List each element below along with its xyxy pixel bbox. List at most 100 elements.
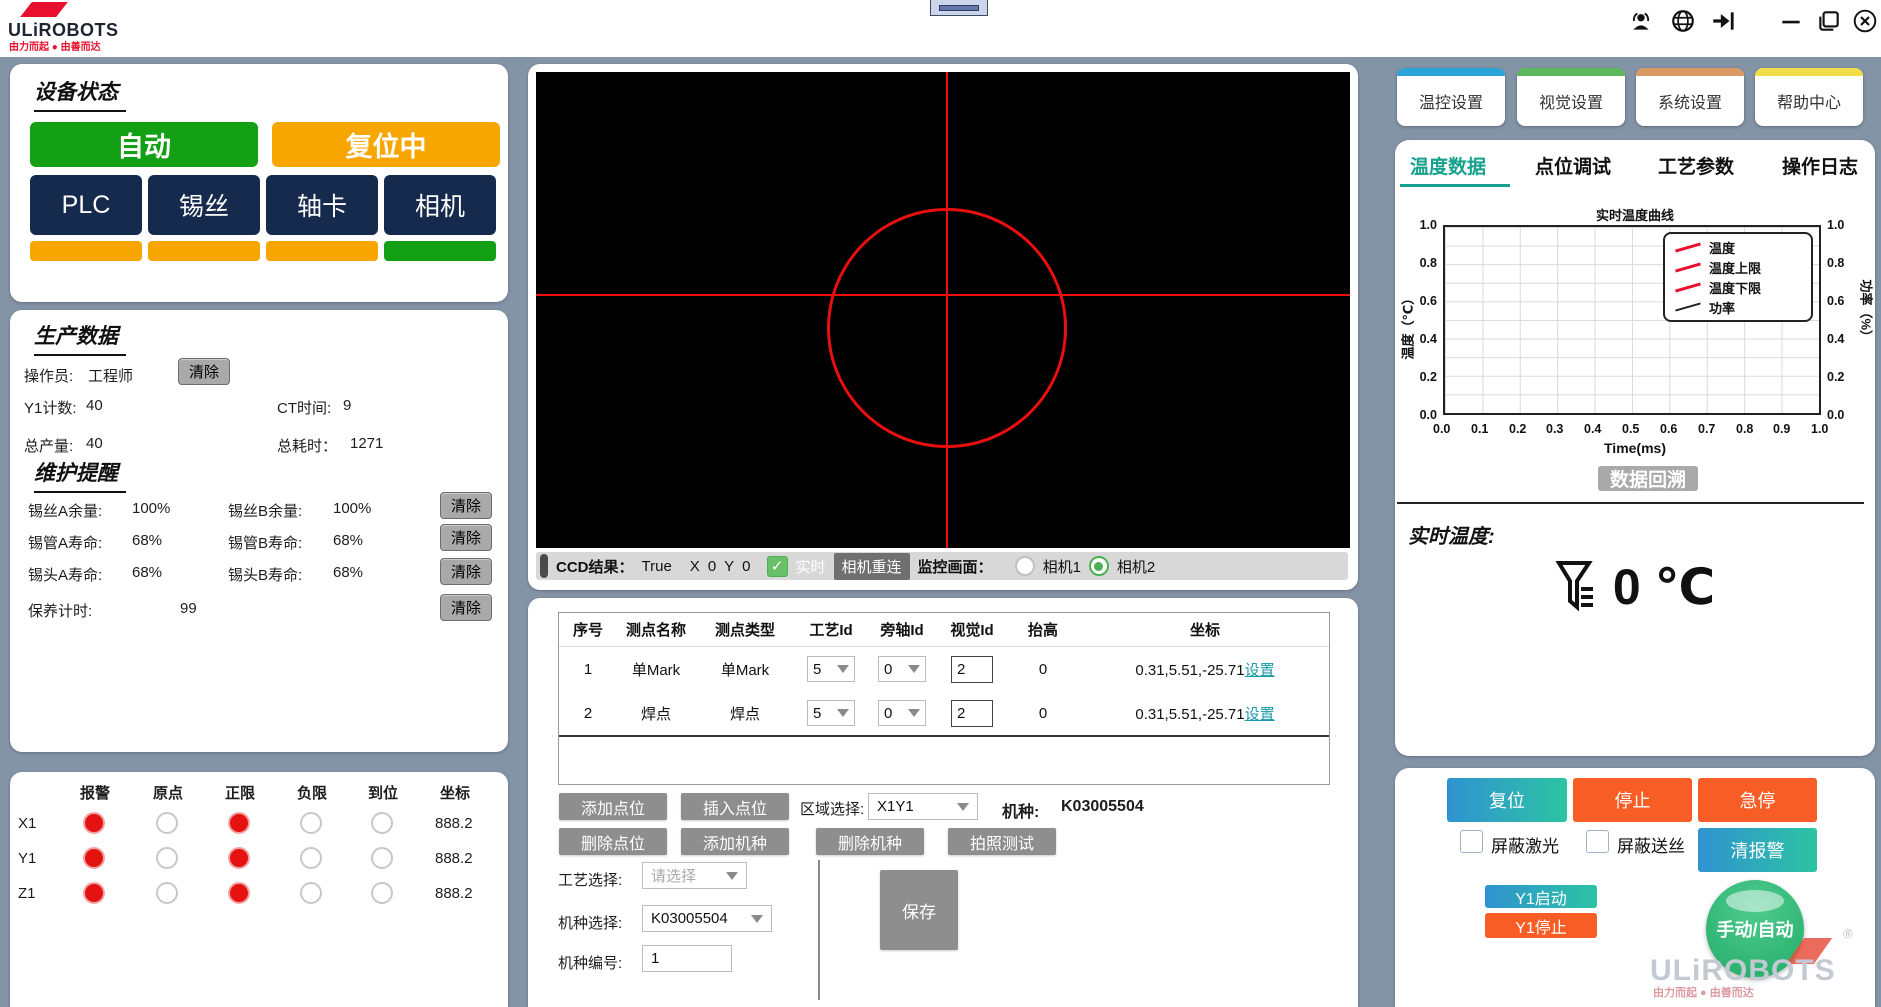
tab-point-debug[interactable]: 点位调试 xyxy=(1535,152,1611,179)
system-settings-button[interactable]: 系统设置 xyxy=(1636,68,1744,126)
process-id-select[interactable]: 5 xyxy=(807,656,855,682)
camera-reconnect-button[interactable]: 相机重连 xyxy=(834,553,910,580)
tab-process-params[interactable]: 工艺参数 xyxy=(1658,152,1734,179)
temp-control-settings-button[interactable]: 温控设置 xyxy=(1397,68,1505,126)
model-label: 机种: xyxy=(1002,798,1039,822)
ytick: 0.8 xyxy=(1409,256,1437,270)
card-stripe xyxy=(1755,68,1863,76)
watermark-tagline: 由力而起 ● 由善而达 xyxy=(1653,984,1754,1000)
hdr-process-id: 工艺Id xyxy=(795,619,867,640)
delete-model-button[interactable]: 删除机种 xyxy=(816,828,924,855)
clear-operator-button[interactable]: 清除 xyxy=(178,358,230,385)
mask-laser-checkbox[interactable] xyxy=(1460,830,1483,853)
data-backtrack-button[interactable]: 数据回溯 xyxy=(1598,466,1698,491)
y1-in-place-dot xyxy=(371,847,393,869)
chevron-down-icon xyxy=(751,915,763,923)
set-coord-link[interactable]: 设置 xyxy=(1245,662,1275,679)
camera1-label: 相机1 xyxy=(1043,556,1081,577)
restore-icon[interactable] xyxy=(1816,8,1842,34)
module-axis-card-button[interactable]: 轴卡 xyxy=(266,175,378,235)
ytick-right: 0.8 xyxy=(1827,256,1844,270)
mode-resetting-button[interactable]: 复位中 xyxy=(272,122,500,167)
process-id-select[interactable]: 5 xyxy=(807,700,855,726)
device-status-title: 设备状态 xyxy=(34,76,118,106)
points-panel: 序号 测点名称 测点类型 工艺Id 旁轴Id 视觉Id 抬高 坐标 1 单Mar… xyxy=(528,598,1358,1007)
area-select[interactable]: X1Y1 xyxy=(868,793,978,820)
ytick-right: 0.2 xyxy=(1827,370,1844,384)
plc-status-bar xyxy=(30,241,142,261)
point-row-2[interactable]: 2 焊点 焊点 5 0 2 0 0.31,5.51,-25.71设置 xyxy=(559,691,1329,735)
customer-service-icon[interactable] xyxy=(1628,8,1654,34)
estop-button[interactable]: 急停 xyxy=(1698,778,1817,822)
camera2-radio[interactable] xyxy=(1089,556,1109,576)
reset-button[interactable]: 复位 xyxy=(1447,778,1567,822)
model-no-label: 机种编号: xyxy=(558,952,622,973)
x1-alarm-dot xyxy=(83,812,105,834)
photo-test-button[interactable]: 拍照测试 xyxy=(948,828,1056,855)
model-select[interactable]: K03005504 xyxy=(642,905,772,932)
clear-alarm-button[interactable]: 清报警 xyxy=(1698,828,1817,872)
realtime-temp-label: 实时温度: xyxy=(1408,520,1495,549)
y1-start-button[interactable]: Y1启动 xyxy=(1485,885,1597,908)
tip-b-value: 68% xyxy=(333,564,363,581)
side-axis-id-select[interactable]: 0 xyxy=(878,700,926,726)
monitor-label: 监控画面： xyxy=(918,556,993,577)
mask-wire-checkbox[interactable] xyxy=(1586,830,1609,853)
add-model-button[interactable]: 添加机种 xyxy=(681,828,789,855)
module-solder-wire-button[interactable]: 锡丝 xyxy=(148,175,260,235)
add-point-button[interactable]: 添加点位 xyxy=(559,793,667,820)
clear-tip-button[interactable]: 清除 xyxy=(440,558,492,585)
vision-id-input[interactable]: 2 xyxy=(951,656,993,683)
mask-wire-label: 屏蔽送丝 xyxy=(1617,832,1685,857)
model-value: K03005504 xyxy=(1061,798,1144,816)
axis-card-status-bar xyxy=(266,241,378,261)
ccd-result-label: CCD结果： xyxy=(556,556,634,577)
hdr-coord: 坐标 xyxy=(1079,619,1331,640)
tab-temperature-data[interactable]: 温度数据 xyxy=(1410,152,1486,179)
mode-auto-button[interactable]: 自动 xyxy=(30,122,258,167)
camera-view[interactable] xyxy=(536,72,1350,548)
close-icon[interactable] xyxy=(1852,8,1878,34)
model-no-input[interactable]: 1 xyxy=(642,945,732,972)
clear-timer-button[interactable]: 清除 xyxy=(440,594,492,621)
funnel-icon xyxy=(1555,559,1599,615)
insert-point-button[interactable]: 插入点位 xyxy=(681,793,789,820)
y-axis-label-left: 温度（℃） xyxy=(1398,280,1417,360)
stop-button[interactable]: 停止 xyxy=(1573,778,1692,822)
minimize-icon[interactable] xyxy=(1778,8,1804,34)
process-select[interactable]: 请选择 xyxy=(642,862,747,889)
cell-no: 2 xyxy=(559,705,617,722)
tab-operation-log[interactable]: 操作日志 xyxy=(1782,152,1858,179)
set-coord-link[interactable]: 设置 xyxy=(1245,706,1275,723)
maintenance-timer-value: 99 xyxy=(180,600,197,617)
delete-point-button[interactable]: 删除点位 xyxy=(559,828,667,855)
clear-wire-button[interactable]: 清除 xyxy=(440,492,492,519)
realtime-checkbox[interactable]: ✓ xyxy=(767,556,788,577)
vision-id-input[interactable]: 2 xyxy=(951,700,993,727)
camera1-radio[interactable] xyxy=(1015,556,1035,576)
ccd-x-value: 0 xyxy=(708,558,716,575)
help-center-button[interactable]: 帮助中心 xyxy=(1755,68,1863,126)
col-neg-limit: 负限 xyxy=(297,782,327,803)
ccd-result-value: True xyxy=(642,558,672,575)
module-camera-button[interactable]: 相机 xyxy=(384,175,496,235)
cell-lift: 0 xyxy=(1007,705,1079,722)
side-axis-id-select[interactable]: 0 xyxy=(878,656,926,682)
ct-time-label: CT时间: xyxy=(277,397,331,418)
point-row-1[interactable]: 1 单Mark 单Mark 5 0 2 0 0.31,5.51,-25.71设置 xyxy=(559,647,1329,691)
vision-settings-button[interactable]: 视觉设置 xyxy=(1517,68,1625,126)
y1-stop-button[interactable]: Y1停止 xyxy=(1485,913,1597,938)
tip-a-value: 68% xyxy=(132,564,162,581)
ccd-y-value: 0 xyxy=(742,558,750,575)
axis-y1: Y1 xyxy=(18,850,36,867)
ytick-right: 0.0 xyxy=(1827,408,1844,422)
window-handle-widget[interactable] xyxy=(930,0,988,16)
clear-tube-button[interactable]: 清除 xyxy=(440,524,492,551)
process-select-label: 工艺选择: xyxy=(558,869,622,890)
z1-alarm-dot xyxy=(83,882,105,904)
save-button[interactable]: 保存 xyxy=(880,870,958,950)
exit-icon[interactable] xyxy=(1710,8,1736,34)
module-plc-button[interactable]: PLC xyxy=(30,175,142,235)
hdr-lift: 抬高 xyxy=(1007,619,1079,640)
globe-icon[interactable] xyxy=(1670,8,1696,34)
